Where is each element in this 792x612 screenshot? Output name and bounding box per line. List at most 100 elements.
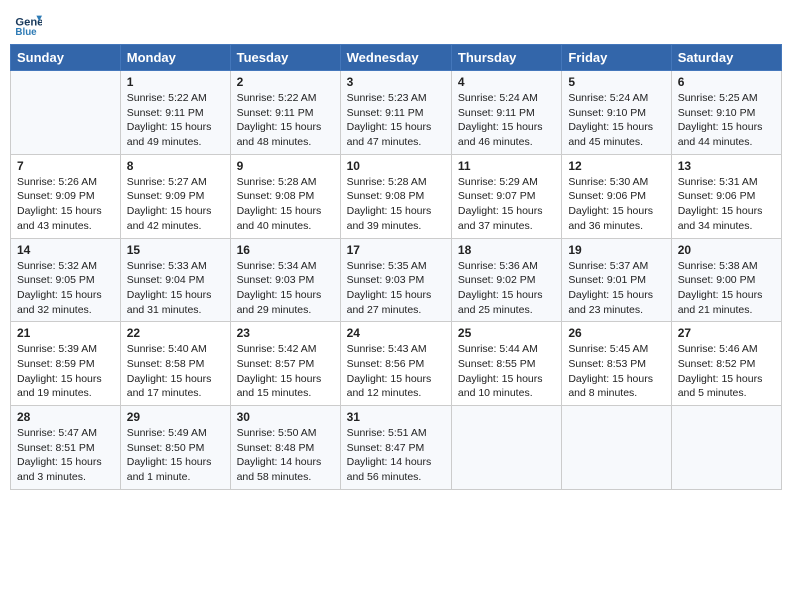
day-info: Sunrise: 5:28 AM Sunset: 9:08 PM Dayligh… xyxy=(347,175,445,234)
calendar-cell xyxy=(562,406,671,490)
header-day-monday: Monday xyxy=(120,45,230,71)
calendar-cell: 2 Sunrise: 5:22 AM Sunset: 9:11 PM Daylig… xyxy=(230,71,340,155)
calendar-cell: 25 Sunrise: 5:44 AM Sunset: 8:55 PM Dayli… xyxy=(451,322,561,406)
day-info: Sunrise: 5:36 AM Sunset: 9:02 PM Dayligh… xyxy=(458,259,555,318)
calendar-header: SundayMondayTuesdayWednesdayThursdayFrid… xyxy=(11,45,782,71)
day-info: Sunrise: 5:23 AM Sunset: 9:11 PM Dayligh… xyxy=(347,91,445,150)
calendar-cell: 17 Sunrise: 5:35 AM Sunset: 9:03 PM Dayli… xyxy=(340,238,451,322)
day-number: 22 xyxy=(127,326,224,340)
logo: General Blue xyxy=(14,10,42,38)
calendar-cell: 3 Sunrise: 5:23 AM Sunset: 9:11 PM Daylig… xyxy=(340,71,451,155)
calendar-cell xyxy=(451,406,561,490)
day-number: 4 xyxy=(458,75,555,89)
calendar-cell: 16 Sunrise: 5:34 AM Sunset: 9:03 PM Dayli… xyxy=(230,238,340,322)
day-number: 9 xyxy=(237,159,334,173)
day-number: 3 xyxy=(347,75,445,89)
day-info: Sunrise: 5:37 AM Sunset: 9:01 PM Dayligh… xyxy=(568,259,664,318)
day-info: Sunrise: 5:50 AM Sunset: 8:48 PM Dayligh… xyxy=(237,426,334,485)
day-info: Sunrise: 5:25 AM Sunset: 9:10 PM Dayligh… xyxy=(678,91,775,150)
header-row: SundayMondayTuesdayWednesdayThursdayFrid… xyxy=(11,45,782,71)
page-header: General Blue xyxy=(10,10,782,38)
calendar-cell: 11Sunrise: 5:29 AM Sunset: 9:07 PM Dayli… xyxy=(451,154,561,238)
header-day-tuesday: Tuesday xyxy=(230,45,340,71)
day-number: 2 xyxy=(237,75,334,89)
day-info: Sunrise: 5:31 AM Sunset: 9:06 PM Dayligh… xyxy=(678,175,775,234)
day-info: Sunrise: 5:26 AM Sunset: 9:09 PM Dayligh… xyxy=(17,175,114,234)
calendar-cell: 6 Sunrise: 5:25 AM Sunset: 9:10 PM Daylig… xyxy=(671,71,781,155)
day-info: Sunrise: 5:22 AM Sunset: 9:11 PM Dayligh… xyxy=(237,91,334,150)
day-number: 19 xyxy=(568,243,664,257)
header-day-saturday: Saturday xyxy=(671,45,781,71)
calendar-cell: 7 Sunrise: 5:26 AM Sunset: 9:09 PM Daylig… xyxy=(11,154,121,238)
day-number: 24 xyxy=(347,326,445,340)
day-info: Sunrise: 5:47 AM Sunset: 8:51 PM Dayligh… xyxy=(17,426,114,485)
calendar-cell: 28 Sunrise: 5:47 AM Sunset: 8:51 PM Dayli… xyxy=(11,406,121,490)
day-info: Sunrise: 5:45 AM Sunset: 8:53 PM Dayligh… xyxy=(568,342,664,401)
day-info: Sunrise: 5:27 AM Sunset: 9:09 PM Dayligh… xyxy=(127,175,224,234)
calendar-cell xyxy=(671,406,781,490)
day-number: 16 xyxy=(237,243,334,257)
day-number: 30 xyxy=(237,410,334,424)
day-number: 17 xyxy=(347,243,445,257)
day-number: 7 xyxy=(17,159,114,173)
day-info: Sunrise: 5:22 AM Sunset: 9:11 PM Dayligh… xyxy=(127,91,224,150)
header-day-friday: Friday xyxy=(562,45,671,71)
calendar-table: SundayMondayTuesdayWednesdayThursdayFrid… xyxy=(10,44,782,490)
day-number: 23 xyxy=(237,326,334,340)
day-number: 11 xyxy=(458,159,555,173)
day-info: Sunrise: 5:42 AM Sunset: 8:57 PM Dayligh… xyxy=(237,342,334,401)
day-number: 18 xyxy=(458,243,555,257)
day-number: 6 xyxy=(678,75,775,89)
calendar-cell: 19 Sunrise: 5:37 AM Sunset: 9:01 PM Dayli… xyxy=(562,238,671,322)
header-day-thursday: Thursday xyxy=(451,45,561,71)
calendar-cell: 5 Sunrise: 5:24 AM Sunset: 9:10 PM Daylig… xyxy=(562,71,671,155)
day-number: 25 xyxy=(458,326,555,340)
day-number: 1 xyxy=(127,75,224,89)
calendar-cell: 23 Sunrise: 5:42 AM Sunset: 8:57 PM Dayli… xyxy=(230,322,340,406)
day-info: Sunrise: 5:34 AM Sunset: 9:03 PM Dayligh… xyxy=(237,259,334,318)
day-info: Sunrise: 5:35 AM Sunset: 9:03 PM Dayligh… xyxy=(347,259,445,318)
day-info: Sunrise: 5:39 AM Sunset: 8:59 PM Dayligh… xyxy=(17,342,114,401)
day-number: 13 xyxy=(678,159,775,173)
day-info: Sunrise: 5:44 AM Sunset: 8:55 PM Dayligh… xyxy=(458,342,555,401)
calendar-cell: 15Sunrise: 5:33 AM Sunset: 9:04 PM Dayli… xyxy=(120,238,230,322)
calendar-cell: 26Sunrise: 5:45 AM Sunset: 8:53 PM Dayli… xyxy=(562,322,671,406)
day-number: 31 xyxy=(347,410,445,424)
week-row-3: 14 Sunrise: 5:32 AM Sunset: 9:05 PM Dayli… xyxy=(11,238,782,322)
day-info: Sunrise: 5:24 AM Sunset: 9:10 PM Dayligh… xyxy=(568,91,664,150)
calendar-cell: 21 Sunrise: 5:39 AM Sunset: 8:59 PM Dayli… xyxy=(11,322,121,406)
day-info: Sunrise: 5:28 AM Sunset: 9:08 PM Dayligh… xyxy=(237,175,334,234)
calendar-cell: 14 Sunrise: 5:32 AM Sunset: 9:05 PM Dayli… xyxy=(11,238,121,322)
calendar-cell: 9 Sunrise: 5:28 AM Sunset: 9:08 PM Daylig… xyxy=(230,154,340,238)
day-number: 21 xyxy=(17,326,114,340)
day-info: Sunrise: 5:32 AM Sunset: 9:05 PM Dayligh… xyxy=(17,259,114,318)
logo-icon: General Blue xyxy=(14,10,42,38)
week-row-2: 7 Sunrise: 5:26 AM Sunset: 9:09 PM Daylig… xyxy=(11,154,782,238)
day-number: 15 xyxy=(127,243,224,257)
calendar-cell: 20 Sunrise: 5:38 AM Sunset: 9:00 PM Dayli… xyxy=(671,238,781,322)
day-number: 20 xyxy=(678,243,775,257)
header-day-wednesday: Wednesday xyxy=(340,45,451,71)
week-row-1: 1 Sunrise: 5:22 AM Sunset: 9:11 PM Daylig… xyxy=(11,71,782,155)
calendar-cell: 31 Sunrise: 5:51 AM Sunset: 8:47 PM Dayli… xyxy=(340,406,451,490)
calendar-cell xyxy=(11,71,121,155)
calendar-cell: 4Sunrise: 5:24 AM Sunset: 9:11 PM Daylig… xyxy=(451,71,561,155)
day-number: 14 xyxy=(17,243,114,257)
day-info: Sunrise: 5:46 AM Sunset: 8:52 PM Dayligh… xyxy=(678,342,775,401)
calendar-cell: 10 Sunrise: 5:28 AM Sunset: 9:08 PM Dayli… xyxy=(340,154,451,238)
calendar-cell: 24Sunrise: 5:43 AM Sunset: 8:56 PM Dayli… xyxy=(340,322,451,406)
day-info: Sunrise: 5:49 AM Sunset: 8:50 PM Dayligh… xyxy=(127,426,224,485)
day-number: 10 xyxy=(347,159,445,173)
calendar-cell: 30 Sunrise: 5:50 AM Sunset: 8:48 PM Dayli… xyxy=(230,406,340,490)
calendar-cell: 1 Sunrise: 5:22 AM Sunset: 9:11 PM Daylig… xyxy=(120,71,230,155)
day-info: Sunrise: 5:38 AM Sunset: 9:00 PM Dayligh… xyxy=(678,259,775,318)
day-number: 28 xyxy=(17,410,114,424)
week-row-4: 21 Sunrise: 5:39 AM Sunset: 8:59 PM Dayli… xyxy=(11,322,782,406)
day-info: Sunrise: 5:30 AM Sunset: 9:06 PM Dayligh… xyxy=(568,175,664,234)
day-number: 27 xyxy=(678,326,775,340)
week-row-5: 28 Sunrise: 5:47 AM Sunset: 8:51 PM Dayli… xyxy=(11,406,782,490)
calendar-cell: 18 Sunrise: 5:36 AM Sunset: 9:02 PM Dayli… xyxy=(451,238,561,322)
day-number: 5 xyxy=(568,75,664,89)
day-info: Sunrise: 5:51 AM Sunset: 8:47 PM Dayligh… xyxy=(347,426,445,485)
calendar-cell: 27 Sunrise: 5:46 AM Sunset: 8:52 PM Dayli… xyxy=(671,322,781,406)
